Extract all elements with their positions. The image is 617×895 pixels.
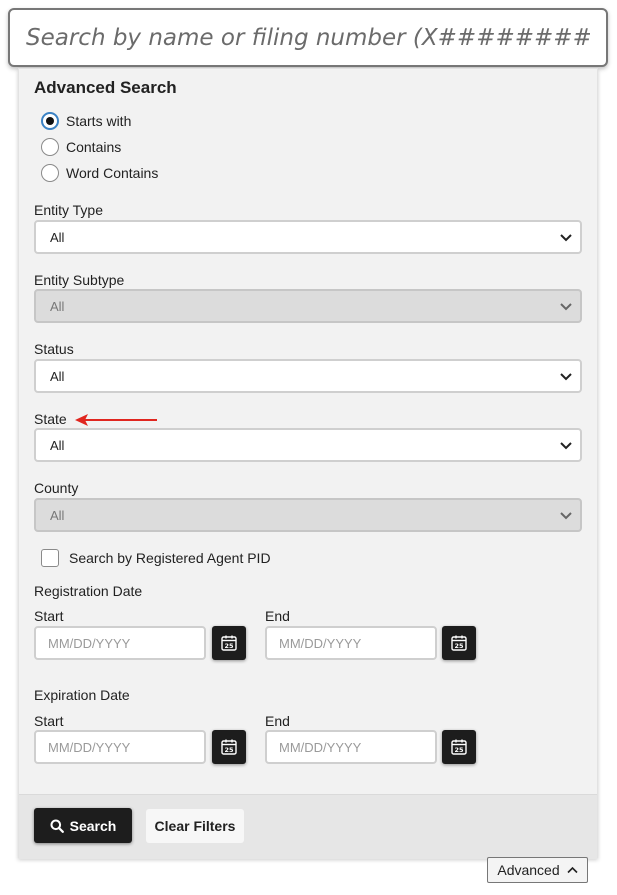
registration-start-label: Start [34, 608, 64, 624]
expiration-start-label: Start [34, 713, 64, 729]
expiration-end-input[interactable] [265, 730, 437, 764]
registered-agent-label: Search by Registered Agent PID [69, 550, 271, 566]
calendar-icon: 25 [451, 739, 467, 755]
registration-end-input[interactable] [265, 626, 437, 660]
status-select[interactable]: All [34, 359, 582, 393]
radio-button[interactable] [41, 112, 59, 130]
annotation-arrow-icon [75, 414, 157, 426]
radio-label: Starts with [66, 113, 132, 129]
calendar-day: 25 [224, 642, 234, 650]
radio-word-contains[interactable]: Word Contains [41, 163, 158, 183]
chevron-down-icon [560, 442, 572, 450]
county-label: County [34, 480, 79, 496]
search-button[interactable]: Search [34, 808, 132, 843]
advanced-search-title: Advanced Search [34, 78, 177, 97]
clear-filters-button[interactable]: Clear Filters [146, 809, 244, 843]
chevron-up-icon [567, 866, 578, 874]
status-label: Status [34, 341, 74, 357]
chevron-down-icon [560, 303, 572, 311]
county-value: All [50, 507, 65, 523]
radio-label: Contains [66, 139, 122, 155]
calendar-icon: 25 [451, 635, 467, 651]
search-input[interactable] [8, 8, 608, 67]
state-value: All [50, 437, 65, 453]
registered-agent-option[interactable]: Search by Registered Agent PID [41, 549, 271, 567]
radio-starts-with[interactable]: Starts with [41, 111, 131, 131]
registration-start-input[interactable] [34, 626, 206, 660]
chevron-down-icon [560, 512, 572, 520]
registration-date-label: Registration Date [34, 583, 143, 599]
entity-type-value: All [50, 229, 65, 245]
entity-subtype-label: Entity Subtype [34, 272, 125, 288]
advanced-toggle-button[interactable]: Advanced [487, 857, 588, 883]
expiration-start-input[interactable] [34, 730, 206, 764]
advanced-toggle-label: Advanced [497, 862, 560, 878]
entity-subtype-value: All [50, 298, 65, 314]
advanced-search-panel: Advanced Search Starts with Contains Wor… [18, 68, 598, 859]
radio-contains[interactable]: Contains [41, 137, 121, 157]
calendar-day: 25 [454, 642, 464, 650]
registration-start-calendar-button[interactable]: 25 [212, 626, 246, 660]
county-select[interactable]: All [34, 498, 582, 532]
status-value: All [50, 368, 65, 384]
entity-type-select[interactable]: All [34, 220, 582, 254]
chevron-down-icon [560, 373, 572, 381]
state-label: State [34, 411, 67, 427]
chevron-down-icon [560, 234, 572, 242]
registration-end-label: End [265, 608, 290, 624]
expiration-end-label: End [265, 713, 290, 729]
registered-agent-checkbox[interactable] [41, 549, 59, 567]
registration-end-calendar-button[interactable]: 25 [442, 626, 476, 660]
search-button-label: Search [69, 817, 117, 834]
calendar-day: 25 [454, 746, 464, 754]
expiration-end-calendar-button[interactable]: 25 [442, 730, 476, 764]
radio-button[interactable] [41, 138, 59, 156]
clear-filters-label: Clear Filters [154, 818, 236, 834]
state-select[interactable]: All [34, 428, 582, 462]
expiration-start-calendar-button[interactable]: 25 [212, 730, 246, 764]
entity-subtype-select[interactable]: All [34, 289, 582, 323]
expiration-date-label: Expiration Date [34, 687, 130, 703]
radio-button[interactable] [41, 164, 59, 182]
calendar-icon: 25 [221, 635, 237, 651]
radio-label: Word Contains [66, 165, 159, 181]
search-icon [50, 819, 64, 833]
entity-type-label: Entity Type [34, 202, 104, 218]
calendar-icon: 25 [221, 739, 237, 755]
calendar-day: 25 [224, 746, 234, 754]
